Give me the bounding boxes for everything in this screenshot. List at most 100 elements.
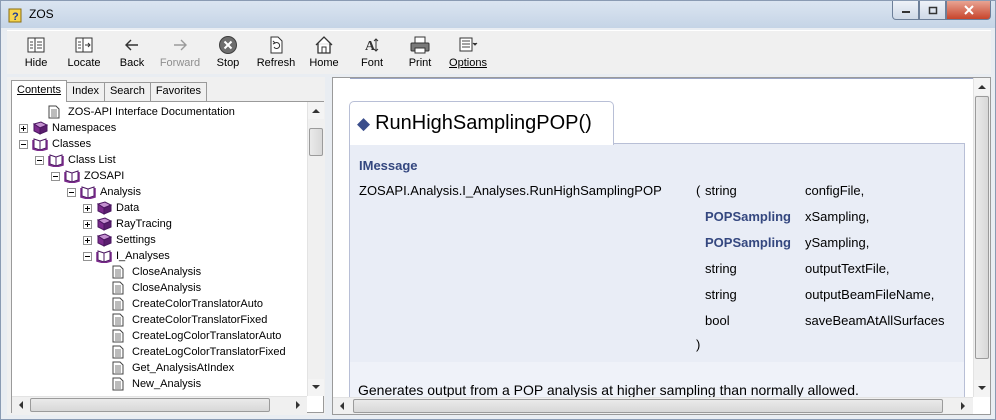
tree-item-label: Analysis bbox=[100, 186, 141, 198]
tree-item[interactable]: ZOS-API Interface Documentation bbox=[48, 104, 235, 120]
minimize-icon bbox=[901, 11, 910, 13]
tree-item[interactable]: CreateColorTranslatorAuto bbox=[112, 296, 263, 312]
book-open-icon bbox=[32, 137, 48, 151]
diamond-bullet-icon: ◆ bbox=[357, 113, 371, 133]
window-title: ZOS bbox=[29, 7, 54, 21]
close-icon bbox=[963, 5, 974, 15]
tab-search[interactable]: Search bbox=[103, 82, 151, 102]
forward-button[interactable]: Forward bbox=[156, 31, 204, 73]
tree-item-label: CloseAnalysis bbox=[132, 266, 202, 278]
tree-vertical-scrollbar[interactable] bbox=[307, 102, 324, 396]
home-button[interactable]: Home bbox=[300, 31, 348, 73]
page-icon bbox=[112, 265, 128, 279]
tree-item[interactable]: ZOSAPI bbox=[51, 168, 124, 184]
page-icon bbox=[112, 297, 128, 311]
tree-item-label: CreateLogColorTranslatorFixed bbox=[132, 346, 286, 358]
expand-icon[interactable] bbox=[19, 123, 28, 133]
chevron-down-icon bbox=[978, 386, 986, 390]
tab-index[interactable]: Index bbox=[66, 82, 105, 102]
tree-item-label: RayTracing bbox=[116, 218, 172, 230]
locate-icon bbox=[73, 35, 95, 55]
scroll-right-button[interactable] bbox=[290, 397, 307, 413]
collapse-icon[interactable] bbox=[83, 251, 92, 261]
content-scroll-right-button[interactable] bbox=[955, 398, 972, 414]
hscroll-thumb[interactable] bbox=[30, 398, 270, 412]
member-details-box: IMessage ZOSAPI.Analysis.I_Analyses.RunH… bbox=[349, 143, 965, 414]
param-name: configFile, bbox=[805, 183, 865, 198]
book-closed-icon bbox=[96, 217, 112, 231]
scroll-thumb[interactable] bbox=[309, 128, 323, 156]
param-type-link[interactable]: POPSampling bbox=[705, 209, 791, 224]
minimize-button[interactable] bbox=[892, 1, 919, 20]
expand-icon[interactable] bbox=[83, 203, 92, 213]
scroll-up-button[interactable] bbox=[308, 102, 324, 119]
content-vertical-scrollbar[interactable] bbox=[973, 78, 990, 397]
collapse-icon[interactable] bbox=[35, 155, 44, 165]
book-open-icon bbox=[48, 153, 64, 167]
expand-icon[interactable] bbox=[83, 219, 92, 229]
scroll-down-button[interactable] bbox=[308, 379, 324, 396]
home-icon bbox=[313, 35, 335, 55]
collapse-icon[interactable] bbox=[19, 139, 28, 149]
tree-item[interactable]: CreateLogColorTranslatorFixed bbox=[112, 344, 286, 360]
tree-item[interactable]: I_Analyses bbox=[83, 248, 170, 264]
tab-contents[interactable]: Contents bbox=[11, 80, 68, 102]
help-app-icon: ? bbox=[8, 7, 24, 23]
interface-label[interactable]: IMessage bbox=[359, 158, 418, 173]
tree-item[interactable]: Analysis bbox=[67, 184, 141, 200]
param-type-link[interactable]: POPSampling bbox=[705, 235, 791, 250]
collapse-icon[interactable] bbox=[67, 187, 76, 197]
member-heading: ◆ RunHighSamplingPOP() bbox=[349, 101, 614, 145]
content-scroll-up-button[interactable] bbox=[974, 78, 990, 95]
content-horizontal-scrollbar[interactable] bbox=[333, 397, 973, 414]
maximize-button[interactable] bbox=[919, 1, 946, 20]
back-button[interactable]: Back bbox=[108, 31, 156, 73]
tree-item[interactable]: CreateColorTranslatorFixed bbox=[112, 312, 267, 328]
tree-item[interactable]: CloseAnalysis bbox=[112, 264, 201, 280]
svg-text:?: ? bbox=[12, 11, 19, 23]
hide-button[interactable]: Hide bbox=[12, 31, 60, 73]
param-name: outputBeamFileName, bbox=[805, 287, 935, 302]
tree-item-label: Settings bbox=[116, 234, 156, 246]
tree-item[interactable]: CreateLogColorTranslatorAuto bbox=[112, 328, 281, 344]
tree-item[interactable]: Classes bbox=[19, 136, 91, 152]
book-open-icon bbox=[64, 169, 80, 183]
open-paren: ( bbox=[696, 183, 701, 198]
tree-item[interactable]: Get_AnalysisAtIndex bbox=[112, 360, 234, 376]
refresh-button[interactable]: Refresh bbox=[252, 31, 300, 73]
tab-favorites[interactable]: Favorites bbox=[149, 82, 208, 102]
tree-item-label: Namespaces bbox=[52, 122, 117, 134]
param-type: string bbox=[705, 287, 737, 302]
page-icon bbox=[112, 345, 128, 359]
tree-item[interactable]: Settings bbox=[83, 232, 156, 248]
tree-item[interactable]: New_Analysis bbox=[112, 376, 201, 392]
font-button[interactable]: A Font bbox=[348, 31, 396, 73]
tree-item[interactable]: Class List bbox=[35, 152, 116, 168]
tree-item[interactable]: RayTracing bbox=[83, 216, 172, 232]
member-description: Generates output from a POP analysis at … bbox=[358, 382, 859, 398]
tree-item-label: CreateLogColorTranslatorAuto bbox=[132, 330, 282, 342]
param-name: ySampling, bbox=[805, 235, 870, 250]
tree-item[interactable]: CloseAnalysis bbox=[112, 280, 201, 296]
content-scroll-down-button[interactable] bbox=[974, 380, 990, 397]
tree-item[interactable]: Data bbox=[83, 200, 139, 216]
expand-icon[interactable] bbox=[83, 235, 92, 245]
page-icon bbox=[112, 377, 128, 391]
tree-item-label: CloseAnalysis bbox=[132, 282, 202, 294]
tree-horizontal-scrollbar[interactable] bbox=[12, 396, 307, 413]
content-hscroll-thumb[interactable] bbox=[353, 399, 943, 413]
book-closed-icon bbox=[96, 201, 112, 215]
stop-button[interactable]: Stop bbox=[204, 31, 252, 73]
locate-button[interactable]: Locate bbox=[60, 31, 108, 73]
scroll-left-button[interactable] bbox=[12, 397, 29, 413]
content-scroll-left-button[interactable] bbox=[333, 398, 350, 414]
tree-item[interactable]: Namespaces bbox=[19, 120, 116, 136]
close-button[interactable] bbox=[946, 1, 991, 20]
collapse-icon[interactable] bbox=[51, 171, 60, 181]
content-scroll-thumb[interactable] bbox=[975, 96, 989, 359]
tree-item-label: Class List bbox=[68, 154, 116, 166]
font-icon: A bbox=[361, 35, 383, 55]
book-open-icon bbox=[96, 249, 112, 263]
options-button[interactable]: Options bbox=[444, 31, 492, 73]
print-button[interactable]: Print bbox=[396, 31, 444, 73]
